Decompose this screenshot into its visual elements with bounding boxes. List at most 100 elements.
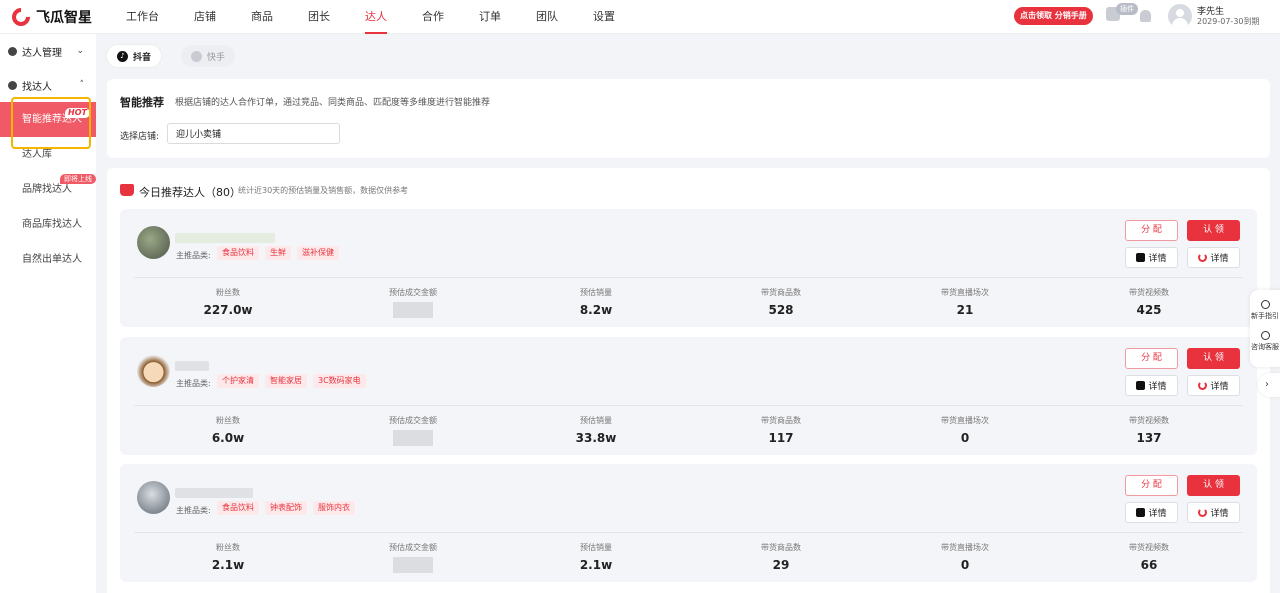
stat-label: 预估成交金额 (389, 543, 437, 552)
chevron-right-icon[interactable]: › (1258, 373, 1280, 397)
stat-label: 带货直播场次 (941, 543, 989, 552)
nav-item-orders[interactable]: 订单 (479, 0, 501, 34)
claim-button[interactable]: 认 领 (1187, 475, 1240, 496)
category-label: 主推品类: (176, 251, 211, 260)
promo-handbook-button[interactable]: 点击领取 分销手册 (1014, 7, 1093, 25)
stat-label: 带货视频数 (1129, 416, 1169, 425)
tab-douyin[interactable]: ♪ 抖音 (107, 45, 162, 67)
assign-button[interactable]: 分 配 (1125, 348, 1178, 369)
stat-label: 预估销量 (580, 416, 612, 425)
douyin-detail-button[interactable]: 详情 (1125, 375, 1178, 396)
creator-name-blurred[interactable] (175, 361, 209, 371)
blurred-value (393, 430, 433, 446)
claim-button[interactable]: 认 领 (1187, 348, 1240, 369)
stat-value: 2.1w (211, 558, 245, 572)
button-label: 详情 (1210, 254, 1229, 264)
creator-card: 主推品类: 食品饮料 钟表配饰 服饰内衣 分 配 认 领 详情 详情 粉丝数 2.… (120, 464, 1257, 582)
plugin-badge: 插件 (1116, 3, 1138, 15)
service-button[interactable]: 咨询客服 (1250, 331, 1280, 352)
store-select-label: 选择店铺: (120, 132, 160, 142)
category-label: 主推品类: (176, 506, 211, 515)
panel-description: 根据店铺的达人合作订单，通过竞品、同类商品、匹配度等多维度进行智能推荐 (175, 98, 491, 108)
category-tag: 服饰内衣 (313, 501, 355, 515)
douyin-icon: ♪ (117, 50, 128, 62)
stat-label: 带货视频数 (1129, 543, 1169, 552)
kuaishou-detail-button[interactable]: 详情 (1187, 247, 1240, 268)
nav-item-product[interactable]: 商品 (251, 0, 273, 34)
stat-label: 带货商品数 (761, 543, 801, 552)
blurred-value (393, 302, 433, 318)
category-tag: 生鲜 (265, 246, 291, 260)
stat-videos: 带货视频数 425 (1089, 287, 1209, 317)
stat-value: 6.0w (211, 431, 245, 445)
stat-lives: 带货直播场次 0 (905, 415, 1025, 445)
button-label: 详情 (1148, 509, 1167, 519)
stat-gmv: 预估成交金额 (353, 287, 473, 321)
stat-fans: 粉丝数 2.1w (168, 542, 288, 572)
sidebar-item-brand-find[interactable]: 品牌找达人 即将上线 (0, 172, 96, 207)
category-tag: 食品饮料 (217, 501, 259, 515)
stat-sales: 预估销量 33.8w (536, 415, 656, 445)
stat-value: 227.0w (203, 303, 253, 317)
nav-item-leader[interactable]: 团长 (308, 0, 330, 34)
nav-item-cooperation[interactable]: 合作 (422, 0, 444, 34)
claim-button[interactable]: 认 领 (1187, 220, 1240, 241)
creator-avatar[interactable] (137, 481, 170, 514)
stat-label: 带货视频数 (1129, 288, 1169, 297)
sidebar-item-label: 自然出单达人 (22, 254, 82, 265)
sidebar-group-creator-manage[interactable]: 达人管理 ⌄ (0, 34, 96, 68)
stat-label: 带货商品数 (761, 288, 801, 297)
sidebar-item-label: 达人库 (22, 149, 52, 160)
creator-name-blurred[interactable] (175, 488, 253, 498)
brand-logo[interactable]: 飞瓜智星 (8, 3, 112, 30)
sidebar-item-label: 商品库找达人 (22, 219, 82, 230)
stat-value: 117 (768, 431, 794, 445)
creator-card: 主推品类: 食品饮料 生鲜 滋补保健 分 配 认 领 详情 详情 粉丝数 227.… (120, 209, 1257, 327)
kuaishou-icon (1198, 381, 1208, 390)
stat-label: 带货直播场次 (941, 288, 989, 297)
sidebar-item-natural-order[interactable]: 自然出单达人 (0, 242, 96, 277)
creator-avatar[interactable] (137, 226, 170, 259)
smart-recommend-panel: 智能推荐 根据店铺的达人合作订单，通过竞品、同类商品、匹配度等多维度进行智能推荐… (107, 79, 1270, 158)
user-avatar[interactable] (1168, 4, 1192, 28)
category-tag: 钟表配饰 (265, 501, 307, 515)
thumbs-up-icon (120, 184, 134, 196)
nav-item-store[interactable]: 店铺 (194, 0, 216, 34)
stat-label: 预估销量 (580, 543, 612, 552)
kuaishou-detail-button[interactable]: 详情 (1187, 502, 1240, 523)
sidebar-item-product-library-find[interactable]: 商品库找达人 (0, 207, 96, 242)
stat-label: 带货商品数 (761, 416, 801, 425)
store-select-input[interactable] (167, 123, 340, 144)
bell-icon[interactable] (1140, 10, 1151, 22)
nav-item-settings[interactable]: 设置 (593, 0, 615, 34)
chevron-up-icon: ˄ (79, 80, 85, 90)
category-label: 主推品类: (176, 379, 211, 388)
douyin-detail-button[interactable]: 详情 (1125, 502, 1178, 523)
stat-products: 带货商品数 528 (721, 287, 841, 317)
stat-label: 带货直播场次 (941, 416, 989, 425)
stat-label: 预估成交金额 (389, 416, 437, 425)
tab-label: 抖音 (133, 52, 152, 63)
guide-label: 新手指引 (1251, 312, 1279, 320)
assign-button[interactable]: 分 配 (1125, 475, 1178, 496)
nav-item-team[interactable]: 团队 (536, 0, 558, 34)
nav-item-creator[interactable]: 达人 (365, 0, 387, 34)
main-nav: 工作台 店铺 商品 团长 达人 合作 订单 团队 设置 (126, 0, 650, 34)
assign-button[interactable]: 分 配 (1125, 220, 1178, 241)
kuaishou-icon (191, 50, 202, 62)
guide-button[interactable]: 新手指引 (1250, 300, 1280, 321)
tab-kuaishou[interactable]: 快手 (181, 45, 236, 67)
chevron-down-icon: ⌄ (76, 46, 84, 56)
douyin-icon (1136, 253, 1146, 262)
creator-avatar[interactable] (137, 354, 170, 387)
creator-name-blurred[interactable] (175, 233, 275, 243)
kuaishou-detail-button[interactable]: 详情 (1187, 375, 1240, 396)
category-tag: 食品饮料 (217, 246, 259, 260)
stat-label: 粉丝数 (216, 288, 240, 297)
question-icon (1260, 300, 1270, 309)
nav-item-workbench[interactable]: 工作台 (126, 0, 159, 34)
button-label: 详情 (1148, 254, 1167, 264)
sidebar-item-label: 品牌找达人 (22, 184, 72, 195)
douyin-detail-button[interactable]: 详情 (1125, 247, 1178, 268)
stat-value: 528 (768, 303, 794, 317)
